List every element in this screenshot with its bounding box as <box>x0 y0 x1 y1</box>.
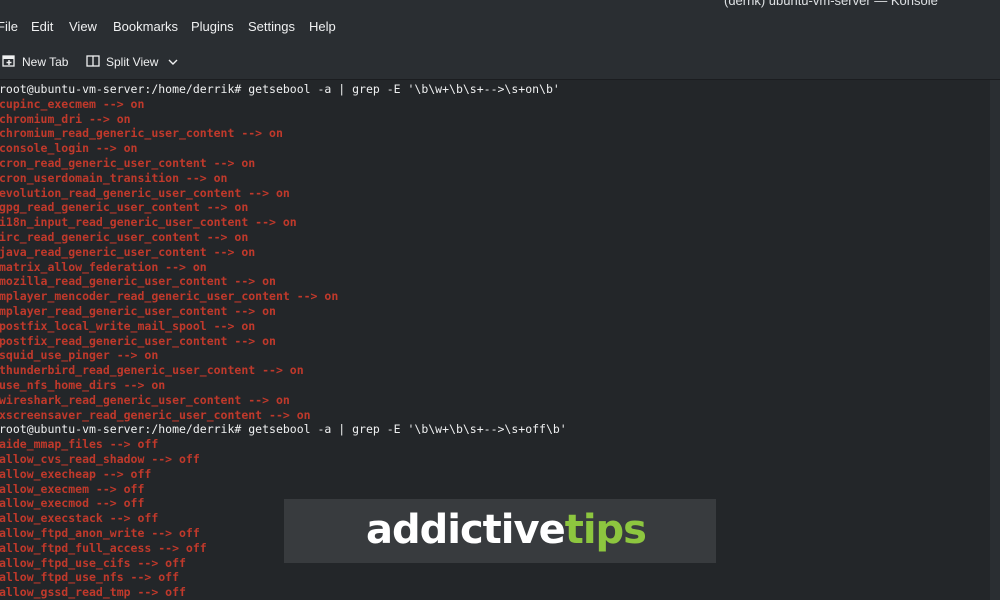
terminal-output-line: mplayer_mencoder_read_generic_user_conte… <box>0 289 339 304</box>
terminal-output-line: aide_mmap_files --> off <box>0 437 159 452</box>
terminal-output-line: evolution_read_generic_user_content --> … <box>0 185 290 200</box>
menu-help[interactable]: Help <box>309 19 336 34</box>
terminal-command-line: root@ubuntu-vm-server:/home/derrik# gets… <box>0 422 567 437</box>
terminal-output-line: irc_read_generic_user_content --> on <box>0 230 249 244</box>
terminal-scrollbar[interactable] <box>990 80 1000 600</box>
menu-bookmarks[interactable]: Bookmarks <box>113 19 178 34</box>
terminal-output-line: allow_execmod --> off <box>0 496 145 511</box>
menu-view[interactable]: View <box>69 19 97 34</box>
konsole-window: (derrik) ubuntu-vm-server — Konsole File… <box>0 0 1000 600</box>
terminal-output-line: allow_execmem --> off <box>0 481 145 496</box>
split-view-icon <box>86 54 100 71</box>
terminal-output-line: java_read_generic_user_content --> on <box>0 244 256 259</box>
terminal-output-line: allow_cvs_read_shadow --> off <box>0 452 200 466</box>
terminal-output-line: console_login --> on <box>0 141 138 156</box>
watermark-part2: tips <box>564 507 647 553</box>
window-title: (derrik) ubuntu-vm-server — Konsole <box>724 0 938 8</box>
split-view-label: Split View <box>106 55 159 69</box>
terminal-output-line: allow_ftpd_use_cifs --> off <box>0 555 186 570</box>
terminal-output-line: cron_userdomain_transition --> on <box>0 170 228 185</box>
terminal-output-line: i18n_input_read_generic_user_content -->… <box>0 215 297 230</box>
terminal-output-line: cron_read_generic_user_content --> on <box>0 156 256 170</box>
watermark-logo: addictivetips <box>284 499 716 563</box>
terminal-output-line: allow_ftpd_full_access --> off <box>0 540 207 555</box>
terminal-output-line: allow_ftpd_anon_write --> off <box>0 526 200 540</box>
terminal-output-line: xscreensaver_read_generic_user_content -… <box>0 407 311 422</box>
terminal-output-line: thunderbird_read_generic_user_content --… <box>0 363 304 378</box>
terminal-output-line: matrix_allow_federation --> on <box>0 259 207 274</box>
terminal-output-line: cupinc_execmem --> on <box>0 96 145 111</box>
menu-plugins[interactable]: Plugins <box>191 19 234 34</box>
terminal-output-line: squid_use_pinger --> on <box>0 348 159 363</box>
terminal-output-line: chromium_read_generic_user_content --> o… <box>0 126 283 141</box>
terminal-output-line: chromium_dri --> on <box>0 111 131 126</box>
terminal-output-line: postfix_local_write_mail_spool --> on <box>0 318 256 333</box>
terminal-output-line: mozilla_read_generic_user_content --> on <box>0 274 276 289</box>
menu-file[interactable]: File <box>0 19 18 34</box>
new-tab-label: New Tab <box>22 55 69 69</box>
new-tab-button[interactable]: New Tab <box>2 51 68 73</box>
terminal-output-line: allow_execheap --> off <box>0 466 152 481</box>
menu-settings[interactable]: Settings <box>248 19 295 34</box>
watermark-part1: addictive <box>366 507 566 553</box>
terminal-output-line: postfix_read_generic_user_content --> on <box>0 333 276 348</box>
title-bar[interactable]: (derrik) ubuntu-vm-server — Konsole <box>0 0 1000 9</box>
terminal-output-line: use_nfs_home_dirs --> on <box>0 378 166 392</box>
main-toolbar: New Tab Split View <box>0 45 1000 80</box>
terminal-output-line: gpg_read_generic_user_content --> on <box>0 200 249 215</box>
terminal-output-line: wireshark_read_generic_user_content --> … <box>0 392 290 407</box>
chevron-down-icon[interactable] <box>168 55 178 69</box>
menu-bar: File Edit View Bookmarks Plugins Setting… <box>0 9 1000 45</box>
menu-edit[interactable]: Edit <box>31 19 53 34</box>
terminal-output-line: mplayer_read_generic_user_content --> on <box>0 304 276 318</box>
terminal-command-line: root@ubuntu-vm-server:/home/derrik# gets… <box>0 82 560 96</box>
split-view-button[interactable]: Split View <box>86 51 178 73</box>
terminal-output-line: allow_execstack --> off <box>0 511 159 526</box>
terminal-output-line: allow_gssd_read_tmp --> off <box>0 585 186 600</box>
new-tab-icon <box>2 54 16 71</box>
terminal-output-line: allow_ftpd_use_nfs --> off <box>0 570 180 585</box>
watermark-text: addictivetips <box>366 505 647 555</box>
